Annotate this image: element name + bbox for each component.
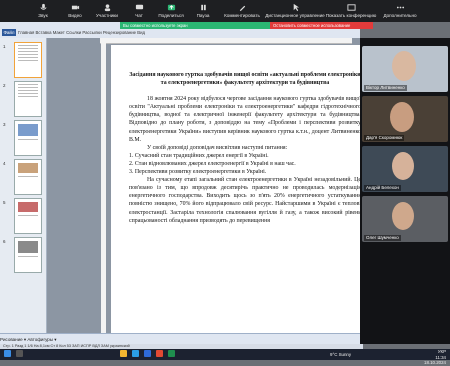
more-label: Дополнительно [383, 13, 417, 19]
thumb-number: 4 [3, 161, 6, 166]
page-thumbnail[interactable] [14, 198, 42, 234]
participant-video [392, 202, 414, 230]
page-thumbnails-panel: 1 2 3 4 5 6 [0, 38, 47, 333]
participant-name: Дар'я Скоромнюк [364, 135, 405, 141]
page-thumbnail[interactable] [14, 42, 42, 78]
document-title: Засідання наукового гуртка здобувачів ви… [129, 72, 361, 87]
pause-button[interactable]: Пауза [187, 0, 219, 22]
explorer-icon[interactable] [120, 350, 127, 357]
list-item: 2. Стан відновлюваних джерел електроенер… [129, 160, 296, 167]
participant-tile[interactable]: Дар'я Скоромнюк [362, 96, 448, 142]
excel-icon[interactable] [168, 350, 175, 357]
show-meeting-label: Показать конференцию [325, 13, 377, 19]
show-meeting-icon [346, 4, 356, 11]
participant-name: Віктор Литвиненко [364, 85, 407, 91]
participant-tile[interactable]: Андрій Белехон [362, 146, 448, 192]
paragraph: 18 жовтня 2024 року відбулося чергове за… [129, 96, 361, 143]
annotate-icon [239, 5, 245, 12]
video-label: Видео [68, 13, 82, 19]
document-page[interactable]: Засідання наукового гуртка здобувачів ви… [111, 45, 366, 333]
pause-icon [200, 5, 206, 11]
show-meeting-button[interactable]: Показать конференцию [325, 0, 377, 22]
clock-date: 18.10.2024 [424, 360, 446, 365]
participants-icon [104, 4, 110, 12]
participant-video [390, 102, 414, 132]
list-item: 3. Перспективи розвитку електроенергетик… [129, 169, 267, 176]
share-icon [167, 5, 175, 11]
participant-video [392, 152, 414, 180]
chat-label: Чат [135, 13, 143, 19]
system-tray[interactable]: УКР 11:34 18.10.2024 [424, 349, 446, 365]
pause-label: Пауза [196, 13, 210, 19]
more-button[interactable]: Дополнительно [377, 0, 423, 22]
share-label: Поделиться [158, 13, 184, 19]
chat-button[interactable]: Чат [123, 0, 155, 22]
annotate-button[interactable]: Комментировать [219, 0, 265, 22]
list-item: 1. Сучасний стан традиційних джерел енер… [129, 152, 269, 159]
browser-icon[interactable] [156, 350, 163, 357]
video-icon [71, 5, 79, 10]
stop-share-button[interactable]: Остановить совместное использование [270, 22, 373, 29]
page-thumbnail[interactable] [14, 237, 42, 273]
start-icon[interactable] [4, 350, 11, 357]
more-icon [396, 6, 404, 9]
share-button[interactable]: Поделиться [155, 0, 187, 22]
file-tab[interactable]: Файл [2, 29, 16, 36]
page-thumbnail[interactable] [14, 159, 42, 195]
horizontal-ruler [100, 38, 352, 44]
page-thumbnail[interactable] [14, 120, 42, 156]
remote-control-label: Дистанционное управление [265, 13, 325, 19]
thumb-number: 1 [3, 44, 6, 49]
audio-button[interactable]: Звук [27, 0, 59, 22]
microphone-icon [39, 4, 47, 10]
participant-video [392, 51, 416, 81]
remote-control-icon [293, 4, 299, 12]
participants-button[interactable]: Участники [91, 0, 123, 22]
sharing-banner: Вы совместно используете экран [120, 22, 273, 29]
video-button[interactable]: Видео [59, 0, 91, 22]
annotate-label: Комментировать [224, 13, 260, 19]
audio-label: Звук [38, 13, 48, 19]
page-thumbnail[interactable] [14, 81, 42, 117]
participants-gallery: Віктор Литвиненко Дар'я Скоромнюк Андрій… [360, 38, 450, 344]
zoom-toolbar: Звук Видео Участники Чат Поделиться Пауз… [0, 0, 450, 22]
windows-taskbar [0, 349, 450, 360]
vertical-ruler [101, 43, 106, 333]
participant-tile[interactable]: Віктор Литвиненко [362, 46, 448, 92]
search-icon[interactable] [16, 350, 23, 357]
keyboard-language[interactable]: УКР [438, 349, 446, 354]
participant-tile[interactable]: Олег Шумченко [362, 196, 448, 242]
paragraph: У своїй доповіді доповідач висвітлив нас… [147, 144, 288, 151]
ribbon-menu[interactable]: Главная Вставка Макет Ссылки Рассылки Ре… [18, 29, 145, 36]
participant-name: Олег Шумченко [364, 235, 401, 241]
zoom-icon[interactable] [132, 350, 139, 357]
thumb-number: 2 [3, 83, 6, 88]
thumb-number: 5 [3, 200, 6, 205]
thumb-number: 3 [3, 122, 6, 127]
chat-icon [135, 5, 143, 10]
participants-label: Участники [96, 13, 118, 19]
participant-name: Андрій Белехон [364, 185, 401, 191]
remote-control-button[interactable]: Дистанционное управление [265, 0, 325, 22]
thumb-number: 6 [3, 239, 6, 244]
word-icon[interactable] [144, 350, 151, 357]
weather-widget[interactable]: 9°C Sunny [330, 352, 351, 357]
paragraph: На сучасному етапі загальний стан електр… [129, 177, 361, 224]
